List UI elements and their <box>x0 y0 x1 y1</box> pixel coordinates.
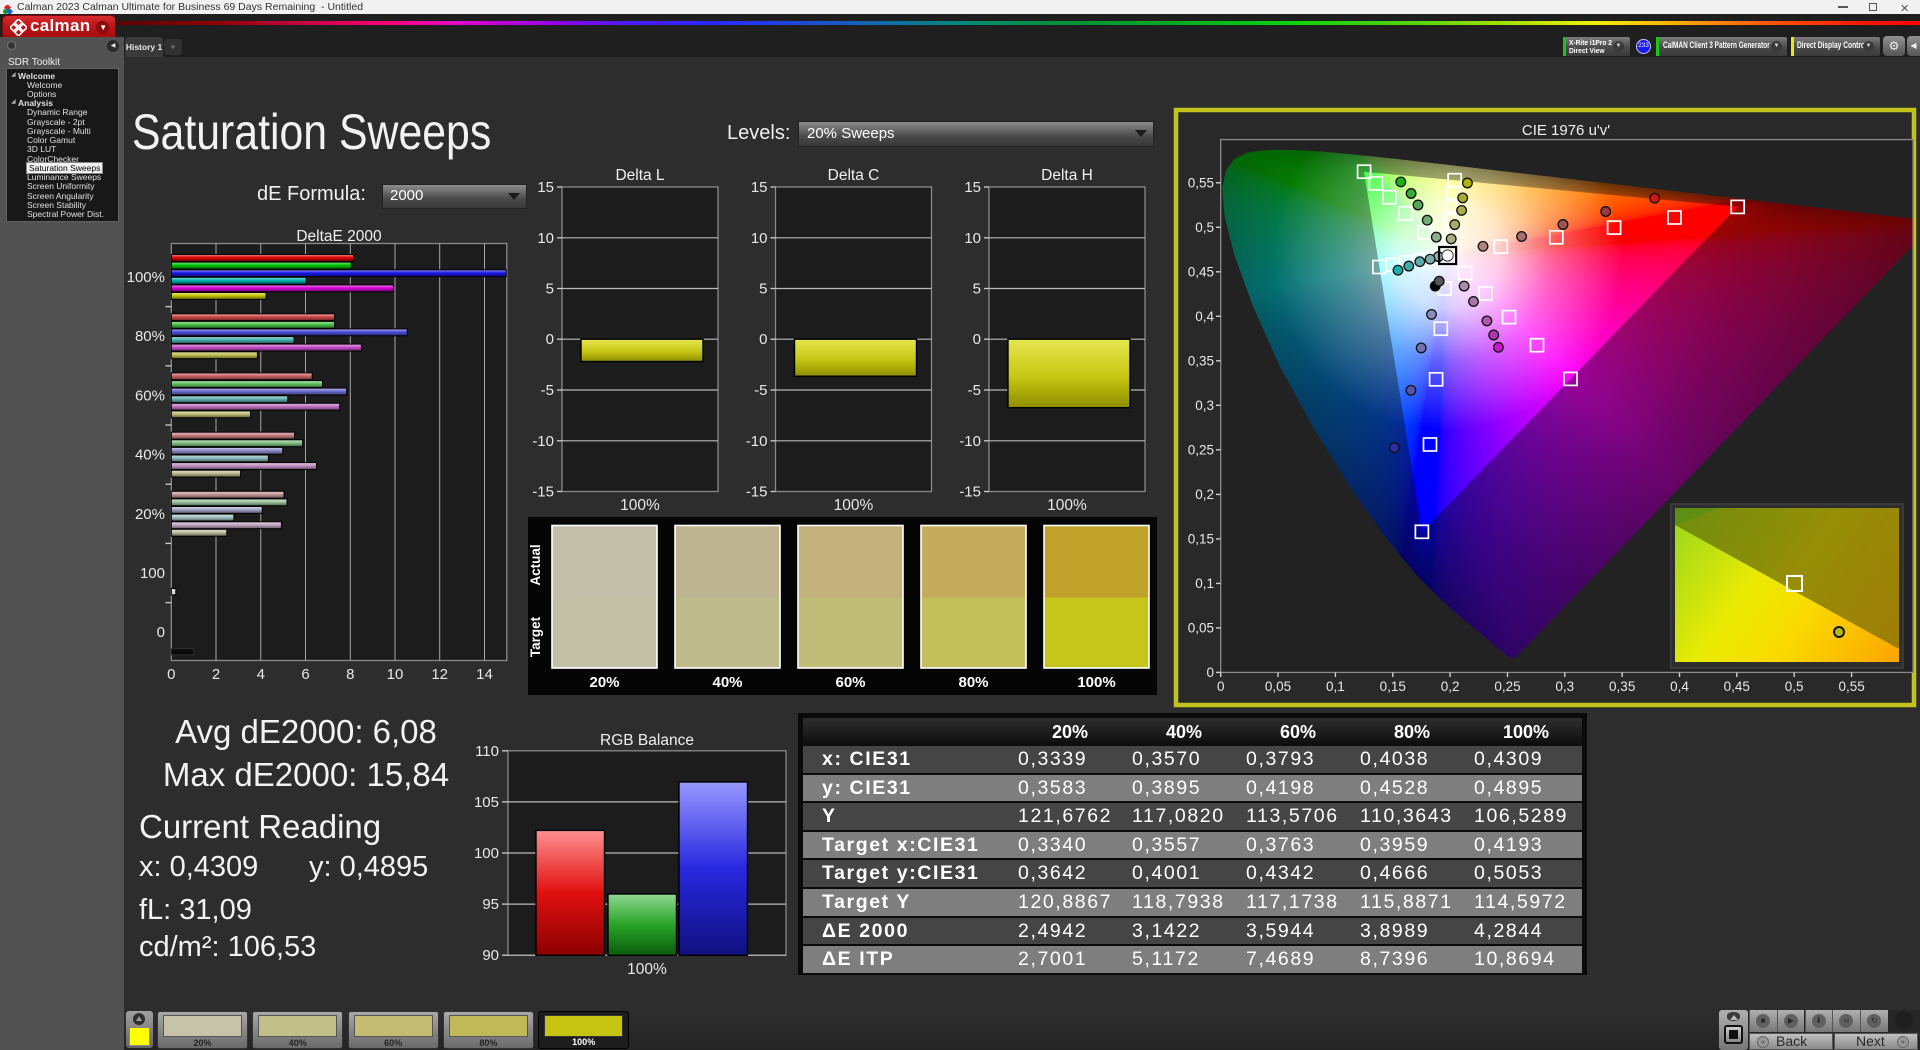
svg-text:0,5: 0,5 <box>1785 679 1804 694</box>
svg-text:0,05: 0,05 <box>1188 620 1214 635</box>
svg-text:0,35: 0,35 <box>1609 679 1635 694</box>
svg-text:CIE 1976 u'v': CIE 1976 u'v' <box>1522 122 1610 139</box>
svg-text:0: 0 <box>1206 665 1214 680</box>
svg-text:0,4: 0,4 <box>1195 309 1214 324</box>
svg-text:0,3: 0,3 <box>1555 679 1574 694</box>
svg-text:0,05: 0,05 <box>1265 679 1291 694</box>
svg-text:0,55: 0,55 <box>1838 679 1864 694</box>
svg-text:0,15: 0,15 <box>1188 531 1214 546</box>
svg-text:0,45: 0,45 <box>1724 679 1750 694</box>
svg-text:0,25: 0,25 <box>1188 442 1214 457</box>
svg-text:0: 0 <box>1217 679 1225 694</box>
svg-text:0,45: 0,45 <box>1188 264 1214 279</box>
svg-text:0,1: 0,1 <box>1195 576 1214 591</box>
svg-text:0,2: 0,2 <box>1195 487 1214 502</box>
svg-text:0,55: 0,55 <box>1188 175 1214 190</box>
svg-text:0,25: 0,25 <box>1494 679 1520 694</box>
svg-text:0,1: 0,1 <box>1326 679 1345 694</box>
svg-text:0,4: 0,4 <box>1670 679 1689 694</box>
svg-text:0,15: 0,15 <box>1380 679 1406 694</box>
svg-text:0,5: 0,5 <box>1195 220 1214 235</box>
svg-text:0,2: 0,2 <box>1441 679 1460 694</box>
svg-text:0,3: 0,3 <box>1195 398 1214 413</box>
svg-text:0,35: 0,35 <box>1188 353 1214 368</box>
